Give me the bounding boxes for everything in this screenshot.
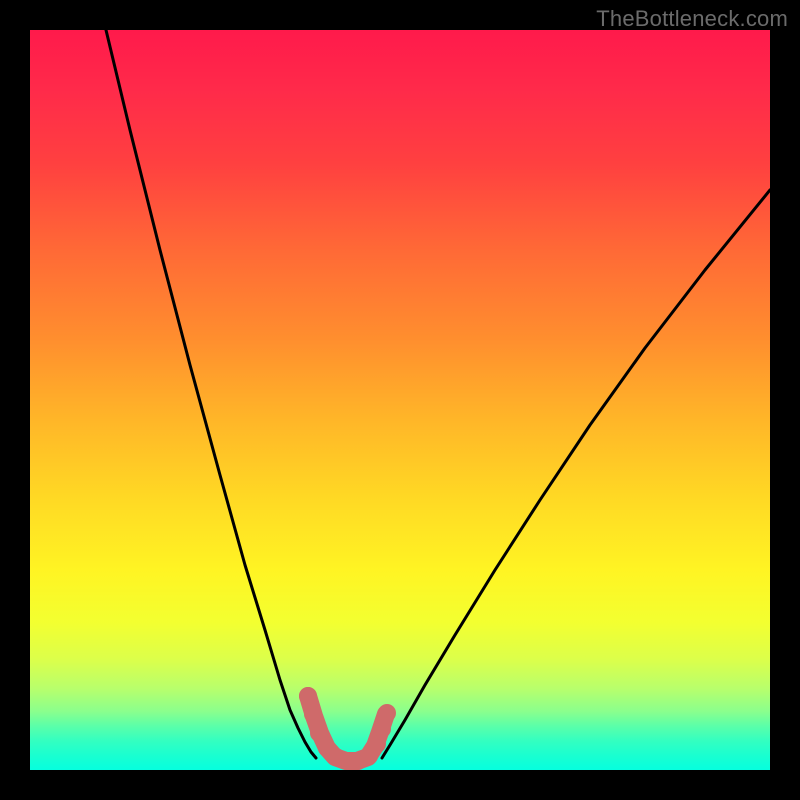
chart-frame: TheBottleneck.com (0, 0, 800, 800)
bead-marker (299, 687, 317, 705)
series-right-curve (382, 190, 770, 758)
bead-marker (378, 704, 396, 722)
plot-area (30, 30, 770, 770)
series-layer (106, 30, 770, 761)
bead-marker (373, 720, 391, 738)
watermark-text: TheBottleneck.com (596, 6, 788, 32)
series-left-curve (106, 30, 316, 758)
chart-svg (30, 30, 770, 770)
bead-marker (304, 705, 322, 723)
